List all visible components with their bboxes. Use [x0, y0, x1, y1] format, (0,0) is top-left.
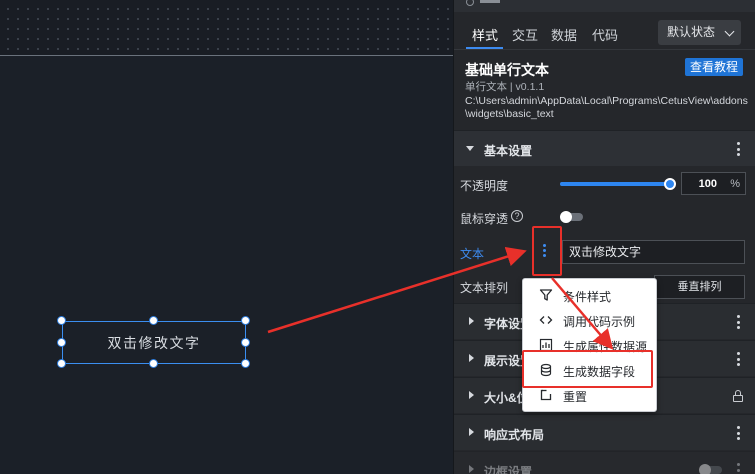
tab-code[interactable]: 代码 [592, 25, 618, 44]
view-tutorial-button[interactable]: 查看教程 [685, 58, 743, 76]
annotation-highlight-kebab [532, 226, 562, 276]
help-icon[interactable]: ? [511, 210, 523, 222]
widget-title: 基础单行文本 [465, 62, 549, 78]
context-menu: 条件样式 调用代码示例 生成属性数据源 生成数据字段 重置 [522, 278, 657, 412]
widget-path: C:\Users\admin\AppData\Local\Programs\Ce… [465, 95, 748, 120]
menu-item-call-code-example[interactable]: 调用代码示例 [523, 308, 658, 333]
caret-right-icon [469, 317, 474, 325]
menu-item-label: 重置 [563, 390, 588, 404]
arrange-vertical-button[interactable]: 垂直排列 [654, 275, 745, 299]
text-widget[interactable]: 双击修改文字 [62, 321, 246, 364]
opacity-slider-fill [560, 182, 673, 186]
toggle-knob [699, 464, 711, 474]
section-border-settings[interactable]: 边框设置 [454, 451, 755, 474]
resize-handle-bottom[interactable] [149, 359, 158, 368]
code-icon [539, 316, 553, 324]
opacity-value: 100 [698, 178, 717, 190]
opacity-unit: % [730, 178, 740, 190]
panel-title-bar [480, 0, 500, 3]
border-toggle[interactable] [699, 464, 722, 474]
filter-icon [539, 289, 553, 301]
canvas-grid-area [0, 0, 453, 55]
resize-handle-left[interactable] [57, 338, 66, 347]
mouse-through-toggle[interactable] [560, 211, 583, 223]
active-tab-indicator [466, 47, 503, 49]
opacity-input[interactable]: 100 % [681, 172, 746, 195]
opacity-slider[interactable] [560, 182, 673, 186]
opacity-label: 不透明度 [460, 179, 509, 193]
text-arrange-label: 文本排列 [460, 281, 509, 295]
caret-right-icon [469, 428, 474, 436]
widget-version: 单行文本 | v0.1.1 [465, 81, 545, 93]
text-input[interactable]: 双击修改文字 [562, 240, 745, 264]
more-icon[interactable] [736, 463, 740, 474]
more-icon[interactable] [736, 142, 740, 158]
toggle-knob [560, 211, 572, 223]
resize-handle-bottom-right[interactable] [241, 359, 250, 368]
state-select-value: 默认状态 [667, 25, 716, 39]
design-canvas[interactable]: 双击修改文字 [0, 0, 453, 474]
section-basic-settings[interactable]: 基本设置 [454, 130, 755, 166]
section-title: 基本设置 [484, 144, 533, 158]
tab-data[interactable]: 数据 [551, 25, 577, 44]
section-title: 响应式布局 [484, 428, 545, 442]
tab-style[interactable]: 样式 [472, 25, 498, 44]
chevron-down-icon [724, 26, 735, 37]
text-label: 文本 [460, 247, 485, 261]
menu-item-conditional-style[interactable]: 条件样式 [523, 283, 658, 308]
panel-collapse-icon[interactable] [466, 0, 474, 6]
state-select[interactable]: 默认状态 [658, 20, 741, 45]
resize-handle-top-right[interactable] [241, 316, 250, 325]
panel-tabs: 样式 交互 数据 代码 默认状态 [454, 16, 755, 50]
resize-handle-right[interactable] [241, 338, 250, 347]
canvas-guide-line [0, 55, 453, 56]
text-widget-label: 双击修改文字 [107, 334, 201, 351]
caret-right-icon [469, 465, 474, 473]
section-responsive-layout[interactable]: 响应式布局 [454, 414, 755, 450]
annotation-highlight-menu-item [522, 350, 653, 388]
menu-item-label: 条件样式 [563, 290, 612, 304]
section-title: 边框设置 [484, 465, 533, 474]
resize-handle-bottom-left[interactable] [57, 359, 66, 368]
opacity-slider-thumb[interactable] [664, 178, 676, 190]
caret-down-icon [466, 146, 474, 151]
resize-handle-top-left[interactable] [57, 316, 66, 325]
panel-topbar [454, 0, 755, 12]
caret-right-icon [469, 391, 474, 399]
resize-handle-top[interactable] [149, 316, 158, 325]
reset-icon [540, 389, 552, 401]
menu-item-label: 调用代码示例 [563, 315, 636, 329]
more-icon[interactable] [736, 352, 740, 368]
more-icon[interactable] [736, 315, 740, 331]
caret-right-icon [469, 354, 474, 362]
tab-interaction[interactable]: 交互 [512, 25, 538, 44]
lock-icon[interactable] [733, 390, 743, 402]
mouse-through-label: 鼠标穿透 [460, 212, 509, 226]
more-icon[interactable] [736, 426, 740, 442]
